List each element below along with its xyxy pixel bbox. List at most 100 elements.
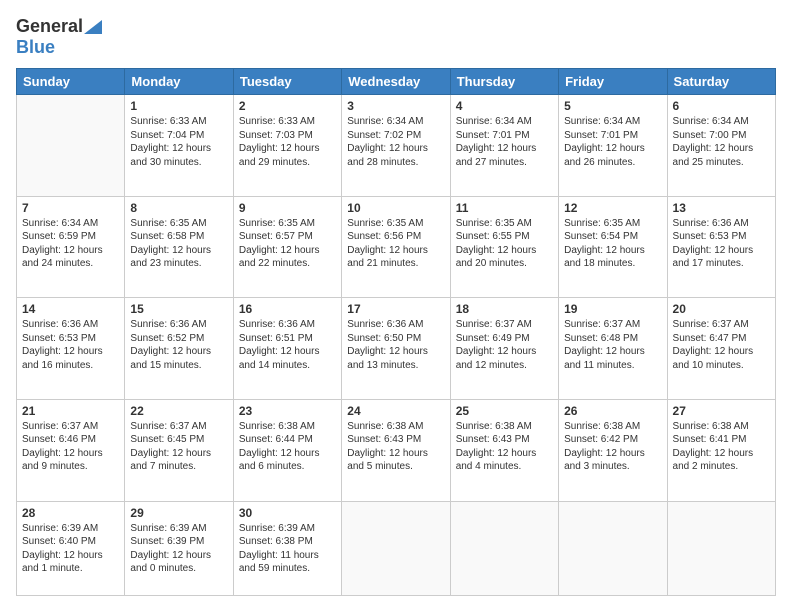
day-number: 8 bbox=[130, 201, 227, 215]
weekday-header: Monday bbox=[125, 69, 233, 95]
calendar-cell: 16 Sunrise: 6:36 AM Sunset: 6:51 PM Dayli… bbox=[233, 298, 341, 400]
cell-info: Sunrise: 6:39 AM Sunset: 6:39 PM Dayligh… bbox=[130, 522, 227, 576]
calendar-cell: 22 Sunrise: 6:37 AM Sunset: 6:45 PM Dayli… bbox=[125, 399, 233, 501]
cell-info: Sunrise: 6:39 AM Sunset: 6:40 PM Dayligh… bbox=[22, 522, 119, 576]
cell-info: Sunrise: 6:37 AM Sunset: 6:47 PM Dayligh… bbox=[673, 318, 770, 372]
cell-info: Sunrise: 6:38 AM Sunset: 6:43 PM Dayligh… bbox=[347, 420, 444, 474]
cell-info: Sunrise: 6:36 AM Sunset: 6:53 PM Dayligh… bbox=[22, 318, 119, 372]
cell-info: Sunrise: 6:36 AM Sunset: 6:51 PM Dayligh… bbox=[239, 318, 336, 372]
day-number: 29 bbox=[130, 506, 227, 520]
cell-info: Sunrise: 6:37 AM Sunset: 6:48 PM Dayligh… bbox=[564, 318, 661, 372]
calendar-cell: 5Sunrise: 6:34 AM Sunset: 7:01 PM Daylig… bbox=[559, 95, 667, 197]
calendar-cell: 12 Sunrise: 6:35 AM Sunset: 6:54 PM Dayli… bbox=[559, 196, 667, 298]
cell-info: Sunrise: 6:35 AM Sunset: 6:55 PM Dayligh… bbox=[456, 217, 553, 271]
day-number: 2 bbox=[239, 99, 336, 113]
calendar-cell: 4Sunrise: 6:34 AM Sunset: 7:01 PM Daylig… bbox=[450, 95, 558, 197]
calendar-cell: 17 Sunrise: 6:36 AM Sunset: 6:50 PM Dayli… bbox=[342, 298, 450, 400]
cell-info: Sunrise: 6:38 AM Sunset: 6:42 PM Dayligh… bbox=[564, 420, 661, 474]
day-number: 21 bbox=[22, 404, 119, 418]
calendar-cell: 23 Sunrise: 6:38 AM Sunset: 6:44 PM Dayli… bbox=[233, 399, 341, 501]
calendar-cell: 24 Sunrise: 6:38 AM Sunset: 6:43 PM Dayli… bbox=[342, 399, 450, 501]
cell-info: Sunrise: 6:33 AM Sunset: 7:03 PM Dayligh… bbox=[239, 115, 336, 169]
day-number: 20 bbox=[673, 302, 770, 316]
cell-info: Sunrise: 6:34 AM Sunset: 7:00 PM Dayligh… bbox=[673, 115, 770, 169]
day-number: 30 bbox=[239, 506, 336, 520]
cell-info: Sunrise: 6:36 AM Sunset: 6:50 PM Dayligh… bbox=[347, 318, 444, 372]
day-number: 7 bbox=[22, 201, 119, 215]
calendar-cell: 13 Sunrise: 6:36 AM Sunset: 6:53 PM Dayli… bbox=[667, 196, 775, 298]
day-number: 4 bbox=[456, 99, 553, 113]
day-number: 19 bbox=[564, 302, 661, 316]
day-number: 18 bbox=[456, 302, 553, 316]
calendar-cell: 29 Sunrise: 6:39 AM Sunset: 6:39 PM Dayli… bbox=[125, 501, 233, 596]
day-number: 22 bbox=[130, 404, 227, 418]
cell-info: Sunrise: 6:36 AM Sunset: 6:52 PM Dayligh… bbox=[130, 318, 227, 372]
weekday-header: Sunday bbox=[17, 69, 125, 95]
calendar-cell: 1 Sunrise: 6:33 AM Sunset: 7:04 PM Daylig… bbox=[125, 95, 233, 197]
day-number: 11 bbox=[456, 201, 553, 215]
cell-info: Sunrise: 6:38 AM Sunset: 6:44 PM Dayligh… bbox=[239, 420, 336, 474]
calendar-cell: 28 Sunrise: 6:39 AM Sunset: 6:40 PM Dayli… bbox=[17, 501, 125, 596]
calendar-cell: 18 Sunrise: 6:37 AM Sunset: 6:49 PM Dayli… bbox=[450, 298, 558, 400]
logo: General Blue bbox=[16, 16, 102, 58]
calendar-header-row: SundayMondayTuesdayWednesdayThursdayFrid… bbox=[17, 69, 776, 95]
day-number: 26 bbox=[564, 404, 661, 418]
day-number: 13 bbox=[673, 201, 770, 215]
day-number: 14 bbox=[22, 302, 119, 316]
calendar-cell: 26 Sunrise: 6:38 AM Sunset: 6:42 PM Dayli… bbox=[559, 399, 667, 501]
calendar-cell: 9 Sunrise: 6:35 AM Sunset: 6:57 PM Daylig… bbox=[233, 196, 341, 298]
day-number: 28 bbox=[22, 506, 119, 520]
cell-info: Sunrise: 6:35 AM Sunset: 6:57 PM Dayligh… bbox=[239, 217, 336, 271]
cell-info: Sunrise: 6:37 AM Sunset: 6:45 PM Dayligh… bbox=[130, 420, 227, 474]
calendar-cell: 15 Sunrise: 6:36 AM Sunset: 6:52 PM Dayli… bbox=[125, 298, 233, 400]
day-number: 24 bbox=[347, 404, 444, 418]
calendar-cell: 10 Sunrise: 6:35 AM Sunset: 6:56 PM Dayli… bbox=[342, 196, 450, 298]
calendar-cell: 25 Sunrise: 6:38 AM Sunset: 6:43 PM Dayli… bbox=[450, 399, 558, 501]
day-number: 5 bbox=[564, 99, 661, 113]
cell-info: Sunrise: 6:34 AM Sunset: 7:02 PM Dayligh… bbox=[347, 115, 444, 169]
calendar-cell: 6 Sunrise: 6:34 AM Sunset: 7:00 PM Daylig… bbox=[667, 95, 775, 197]
calendar-week-row: 14 Sunrise: 6:36 AM Sunset: 6:53 PM Dayli… bbox=[17, 298, 776, 400]
day-number: 23 bbox=[239, 404, 336, 418]
calendar-week-row: 7 Sunrise: 6:34 AM Sunset: 6:59 PM Daylig… bbox=[17, 196, 776, 298]
day-number: 16 bbox=[239, 302, 336, 316]
day-number: 27 bbox=[673, 404, 770, 418]
weekday-header: Friday bbox=[559, 69, 667, 95]
day-number: 17 bbox=[347, 302, 444, 316]
weekday-header: Wednesday bbox=[342, 69, 450, 95]
logo-icon bbox=[84, 20, 102, 34]
cell-info: Sunrise: 6:38 AM Sunset: 6:43 PM Dayligh… bbox=[456, 420, 553, 474]
logo-blue-text: Blue bbox=[16, 37, 55, 57]
cell-info: Sunrise: 6:36 AM Sunset: 6:53 PM Dayligh… bbox=[673, 217, 770, 271]
weekday-header: Thursday bbox=[450, 69, 558, 95]
day-number: 10 bbox=[347, 201, 444, 215]
calendar-cell: 20 Sunrise: 6:37 AM Sunset: 6:47 PM Dayli… bbox=[667, 298, 775, 400]
day-number: 1 bbox=[130, 99, 227, 113]
day-number: 12 bbox=[564, 201, 661, 215]
day-number: 6 bbox=[673, 99, 770, 113]
cell-info: Sunrise: 6:38 AM Sunset: 6:41 PM Dayligh… bbox=[673, 420, 770, 474]
calendar-cell bbox=[667, 501, 775, 596]
calendar-cell: 19 Sunrise: 6:37 AM Sunset: 6:48 PM Dayli… bbox=[559, 298, 667, 400]
day-number: 9 bbox=[239, 201, 336, 215]
cell-info: Sunrise: 6:37 AM Sunset: 6:49 PM Dayligh… bbox=[456, 318, 553, 372]
calendar-cell: 30 Sunrise: 6:39 AM Sunset: 6:38 PM Dayli… bbox=[233, 501, 341, 596]
header: General Blue bbox=[16, 16, 776, 58]
calendar-cell: 7 Sunrise: 6:34 AM Sunset: 6:59 PM Daylig… bbox=[17, 196, 125, 298]
calendar-cell bbox=[342, 501, 450, 596]
day-number: 25 bbox=[456, 404, 553, 418]
cell-info: Sunrise: 6:35 AM Sunset: 6:56 PM Dayligh… bbox=[347, 217, 444, 271]
calendar-week-row: 28 Sunrise: 6:39 AM Sunset: 6:40 PM Dayli… bbox=[17, 501, 776, 596]
page: General Blue SundayMondayTuesdayWednesda… bbox=[0, 0, 792, 612]
cell-info: Sunrise: 6:34 AM Sunset: 6:59 PM Dayligh… bbox=[22, 217, 119, 271]
calendar-cell: 21Sunrise: 6:37 AM Sunset: 6:46 PM Dayli… bbox=[17, 399, 125, 501]
day-number: 15 bbox=[130, 302, 227, 316]
calendar-cell bbox=[17, 95, 125, 197]
calendar-week-row: 21Sunrise: 6:37 AM Sunset: 6:46 PM Dayli… bbox=[17, 399, 776, 501]
calendar-cell: 3Sunrise: 6:34 AM Sunset: 7:02 PM Daylig… bbox=[342, 95, 450, 197]
cell-info: Sunrise: 6:33 AM Sunset: 7:04 PM Dayligh… bbox=[130, 115, 227, 169]
cell-info: Sunrise: 6:39 AM Sunset: 6:38 PM Dayligh… bbox=[239, 522, 336, 576]
calendar-cell: 2 Sunrise: 6:33 AM Sunset: 7:03 PM Daylig… bbox=[233, 95, 341, 197]
calendar-cell bbox=[450, 501, 558, 596]
cell-info: Sunrise: 6:35 AM Sunset: 6:54 PM Dayligh… bbox=[564, 217, 661, 271]
